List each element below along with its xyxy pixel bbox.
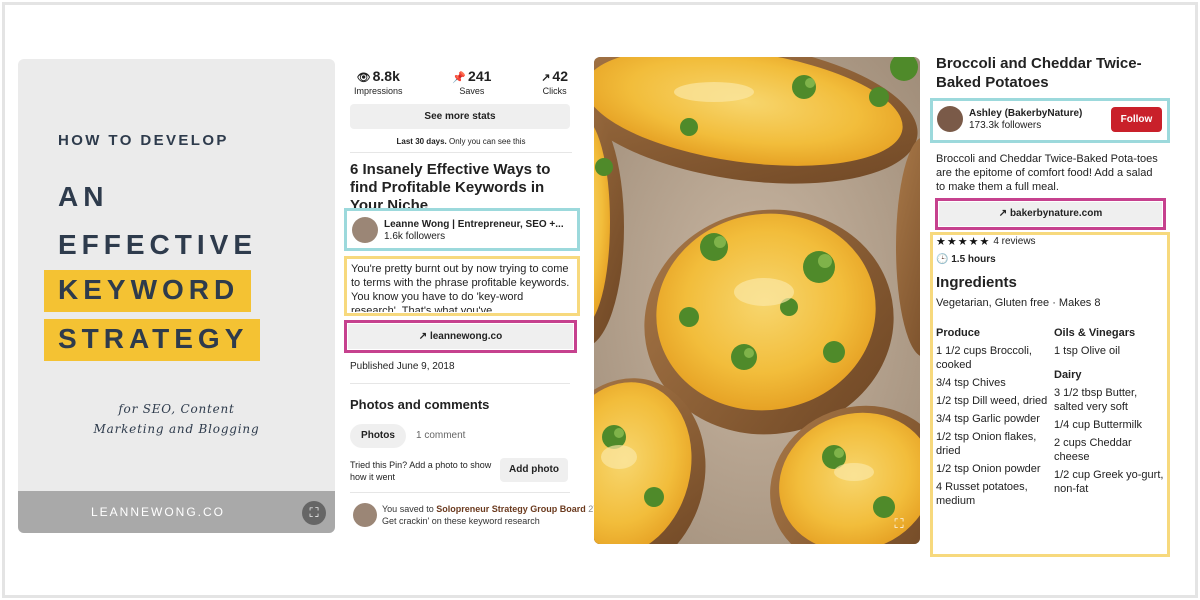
reviews-row[interactable]: ★★★★★ 4 reviews (936, 235, 1036, 248)
creator-followers: 173.3k followers (969, 119, 1042, 131)
arrow-icon: ↗ (418, 331, 430, 342)
saved-activity: You saved to Solopreneur Strategy Group … (353, 503, 606, 527)
pin-image-baked-potatoes[interactable]: ⛶ (594, 57, 920, 544)
creator-name[interactable]: Leanne Wong | Entrepreneur, SEO +... (384, 219, 564, 230)
list-item: 3 1/2 tbsp Butter, salted very soft (1054, 387, 1138, 413)
pin-title: 6 Insanely Effective Ways to find Profit… (350, 161, 551, 214)
avatar[interactable] (352, 217, 378, 243)
stat-clicks: ↗ 42 Clicks (541, 68, 568, 96)
clock-icon: 🕒 (936, 254, 952, 265)
list-item: 2 cups Cheddar cheese (1054, 437, 1132, 463)
tab-comments[interactable]: 1 comment (416, 430, 465, 441)
diet-info: Vegetarian, Gluten free · Makes 8 (936, 297, 1101, 309)
follow-button[interactable]: Follow (1111, 107, 1162, 132)
arrow-icon: ↗ (541, 72, 551, 84)
oils-heading: Oils & Vinegars (1054, 327, 1136, 339)
creator-name[interactable]: Ashley (BakerbyNature) (969, 108, 1082, 119)
reviews-count[interactable]: 4 reviews (993, 236, 1035, 247)
see-more-stats-button[interactable]: See more stats (350, 104, 570, 129)
add-photo-button[interactable]: Add photo (500, 458, 568, 482)
pin-stats: 👁 8.8k Impressions 📌 241 Saves ↗ 42 Clicks (350, 68, 572, 96)
list-item: 1/2 tsp Onion flakes, dried (936, 431, 1037, 457)
ingredients-heading: Ingredients (936, 274, 1017, 291)
food-photo (594, 57, 920, 544)
list-item: 1 1/2 cups Broccoli, cooked (936, 345, 1032, 371)
pin-image-highlight-line: KEYWORD (44, 270, 252, 312)
pin-image-subtitle: HOW TO DEVELOP (58, 132, 229, 149)
recipe-title: Broccoli and Cheddar Twice-Baked Potatoe… (936, 55, 1142, 91)
creator-row[interactable]: Ashley (BakerbyNature) 173.3k followers (937, 106, 1082, 132)
recipe-details-panel: Broccoli and Cheddar Twice-Baked Potatoe… (936, 54, 1168, 92)
visit-link-button[interactable]: ↗ leannewong.co (348, 324, 573, 349)
cook-time: 🕒 1.5 hours (936, 254, 996, 265)
pin-image-footer: LEANNEWONG.CO ⛶ (18, 491, 335, 533)
avatar[interactable] (353, 503, 377, 527)
list-item: 1/4 cup Buttermilk (1054, 419, 1143, 431)
divider (350, 383, 570, 384)
pin-image-keyword-strategy[interactable]: HOW TO DEVELOP AN EFFECTIVE KEYWORD STRA… (18, 59, 335, 533)
saved-note: Get crackin' on these keyword research (382, 516, 540, 526)
avatar[interactable] (937, 106, 963, 132)
pin-image-line: EFFECTIVE (58, 229, 258, 260)
stats-note: Last 30 days. Only you can see this (396, 137, 526, 146)
oils-dairy-list: Oils & Vinegars 1 tsp Olive oil Dairy 3 … (1054, 326, 1164, 500)
produce-heading: Produce (936, 327, 981, 339)
divider (350, 152, 572, 153)
creator-followers: 1.6k followers (384, 230, 446, 242)
eye-icon: 👁 (356, 72, 371, 84)
photos-comments-heading: Photos and comments (350, 397, 490, 412)
expand-icon[interactable]: ⛶ (887, 512, 911, 536)
recipe-description: Broccoli and Cheddar Twice-Baked Pota-to… (936, 153, 1158, 193)
pin-description: You're pretty burnt out by now trying to… (351, 263, 570, 312)
stat-saves: 📌 241 Saves (452, 68, 492, 96)
tried-pin-text: Tried this Pin? Add a photo to show how … (350, 460, 492, 482)
dairy-heading: Dairy (1054, 369, 1082, 381)
pin-icon: 📌 (452, 72, 467, 84)
expand-icon[interactable]: ⛶ (302, 501, 326, 525)
list-item: 3/4 tsp Chives (936, 377, 1006, 389)
divider (350, 492, 570, 493)
list-item: 1/2 cup Greek yo-gurt, non-fat (1054, 469, 1164, 495)
published-date: Published June 9, 2018 (350, 361, 455, 372)
pin-image-highlight-line: STRATEGY (44, 319, 261, 361)
list-item: 1/2 tsp Dill weed, dried (936, 395, 1048, 407)
star-rating-icon: ★★★★★ (936, 236, 991, 248)
list-item: 1/2 tsp Onion powder (936, 463, 1041, 475)
stat-impressions: 👁 8.8k Impressions (354, 68, 403, 96)
list-item: 3/4 tsp Garlic powder (936, 413, 1040, 425)
list-item: 4 Russet potatoes, medium (936, 481, 1028, 507)
arrow-icon: ↗ (998, 208, 1010, 219)
tab-photos[interactable]: Photos (350, 424, 406, 448)
pin-image-line: AN (58, 181, 109, 212)
produce-list: Produce 1 1/2 cups Broccoli, cooked 3/4 … (936, 326, 1048, 512)
pin-image-url: LEANNEWONG.CO (90, 505, 225, 519)
list-item: 1 tsp Olive oil (1054, 345, 1121, 357)
creator-row[interactable]: Leanne Wong | Entrepreneur, SEO +... 1.6… (352, 217, 574, 243)
pin-image-tagline: for SEO, Content Marketing and Blogging (93, 402, 260, 436)
pin-details-panel: 👁 8.8k Impressions 📌 241 Saves ↗ 42 Clicks … (350, 68, 572, 215)
board-link[interactable]: Solopreneur Strategy Group Board (436, 504, 586, 514)
visit-link-button[interactable]: ↗ bakerbynature.com (939, 202, 1162, 226)
